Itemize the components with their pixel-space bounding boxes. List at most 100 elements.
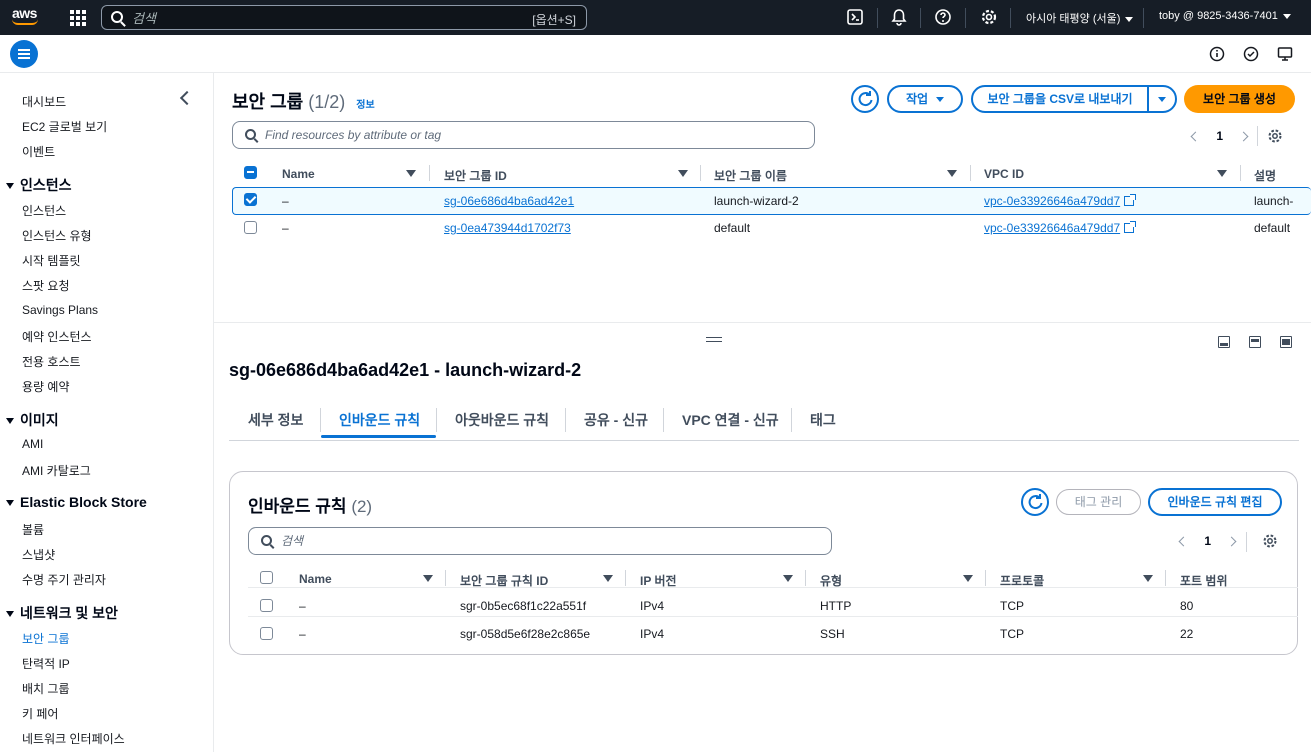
sidebar-item-savings-plans[interactable]: Savings Plans: [22, 303, 98, 317]
sg-id-link[interactable]: sg-0ea473944d1702f73: [444, 221, 571, 235]
edit-inbound-rules-button[interactable]: 인바운드 규칙 편집: [1148, 488, 1282, 516]
column-header-sg-id[interactable]: 보안 그룹 ID: [444, 167, 507, 184]
refresh-button[interactable]: [851, 85, 879, 113]
sidebar-item-capacity-reservations[interactable]: 용량 예약: [22, 378, 70, 395]
sidebar-section-images[interactable]: 이미지: [6, 410, 59, 430]
sidebar-item-network-interfaces[interactable]: 네트워크 인터페이스: [22, 730, 125, 747]
global-search[interactable]: [옵션+S]: [101, 5, 587, 30]
feedback-icon[interactable]: [1277, 46, 1293, 62]
sidebar-item-reserved-instances[interactable]: 예약 인스턴스: [22, 328, 92, 345]
panel-bottom-icon[interactable]: [1218, 336, 1230, 348]
tab-sharing[interactable]: 공유 - 신규: [584, 410, 648, 430]
panel-side-icon[interactable]: [1249, 336, 1261, 348]
sidebar-item-security-groups[interactable]: 보안 그룹: [22, 630, 70, 647]
sidebar-item-events[interactable]: 이벤트: [22, 143, 55, 160]
sort-caret-icon[interactable]: [603, 575, 613, 582]
resize-handle-icon[interactable]: [706, 337, 722, 342]
sort-caret-icon[interactable]: [678, 170, 688, 177]
aws-logo[interactable]: aws: [12, 6, 44, 28]
refresh-icon: [858, 91, 873, 107]
chevron-left-icon[interactable]: [1178, 536, 1189, 547]
sidebar-item-instance-types[interactable]: 인스턴스 유형: [22, 227, 92, 244]
resource-filter-input[interactable]: [265, 127, 765, 143]
tab-tags[interactable]: 태그: [810, 410, 836, 430]
caret-down-icon: [1158, 97, 1166, 103]
chevron-right-icon[interactable]: [1238, 131, 1249, 142]
account-menu[interactable]: toby @ 9825-3436-7401: [1159, 10, 1291, 22]
pagination: 1: [1178, 534, 1237, 548]
sort-caret-icon[interactable]: [423, 575, 433, 582]
create-security-group-button[interactable]: 보안 그룹 생성: [1184, 85, 1295, 113]
vpc-link[interactable]: vpc-0e33926646a479dd7: [984, 194, 1137, 208]
vpc-link[interactable]: vpc-0e33926646a479dd7: [984, 221, 1137, 235]
tab-outbound-rules[interactable]: 아웃바운드 규칙: [455, 410, 549, 430]
sidebar-item-key-pairs[interactable]: 키 페어: [22, 705, 58, 722]
cloudshell-icon[interactable]: [846, 8, 864, 26]
rules-search-input[interactable]: [281, 533, 781, 549]
bell-icon[interactable]: [890, 8, 908, 26]
sort-caret-icon[interactable]: [947, 170, 957, 177]
chevron-right-icon[interactable]: [1226, 536, 1237, 547]
refresh-button[interactable]: [1021, 488, 1049, 516]
sort-caret-icon[interactable]: [783, 575, 793, 582]
row-checkbox[interactable]: [244, 193, 257, 206]
sidebar-item-elastic-ip[interactable]: 탄력적 IP: [22, 655, 70, 672]
sidebar-item-volumes[interactable]: 볼륨: [22, 521, 44, 538]
info-icon[interactable]: [1209, 46, 1225, 62]
column-header-description[interactable]: 설명: [1254, 167, 1276, 184]
rules-search[interactable]: [248, 527, 832, 555]
sidebar-section-network-security[interactable]: 네트워크 및 보안: [6, 603, 118, 623]
cell-description: launch-: [1254, 194, 1294, 208]
column-header-name[interactable]: Name: [282, 167, 315, 181]
column-header-vpc-id[interactable]: VPC ID: [984, 167, 1024, 181]
services-grid-icon[interactable]: [70, 10, 86, 26]
panel-full-icon[interactable]: [1280, 336, 1292, 348]
sidebar-item-dedicated-hosts[interactable]: 전용 호스트: [22, 353, 81, 370]
tab-vpc-associations[interactable]: VPC 연결 - 신규: [682, 410, 779, 430]
select-all-checkbox[interactable]: [244, 166, 257, 179]
sort-caret-icon[interactable]: [963, 575, 973, 582]
sidebar-item-instances[interactable]: 인스턴스: [22, 202, 66, 219]
tab-inbound-rules[interactable]: 인바운드 규칙: [339, 410, 420, 430]
sidebar-item-global-view[interactable]: EC2 글로벌 보기: [22, 118, 107, 135]
select-all-checkbox[interactable]: [260, 571, 273, 584]
menu-toggle-button[interactable]: [10, 40, 38, 68]
sidebar-item-snapshots[interactable]: 스냅샷: [22, 546, 55, 563]
resource-filter[interactable]: [232, 121, 815, 149]
sidebar-item-spot-requests[interactable]: 스팟 요청: [22, 277, 70, 294]
help-icon[interactable]: [934, 8, 952, 26]
tab-details[interactable]: 세부 정보: [248, 410, 303, 430]
region-selector[interactable]: 아시아 태평양 (서울): [1026, 10, 1134, 26]
column-header-sg-name[interactable]: 보안 그룹 이름: [714, 167, 787, 184]
actions-button[interactable]: 작업: [887, 85, 963, 113]
column-header-name[interactable]: Name: [299, 572, 332, 586]
sidebar-item-ami[interactable]: AMI: [22, 437, 43, 451]
row-checkbox[interactable]: [260, 599, 273, 612]
sort-caret-icon[interactable]: [1217, 170, 1227, 177]
sidebar-item-lifecycle-manager[interactable]: 수명 주기 관리자: [22, 571, 106, 588]
top-navigation: aws [옵션+S] 아시아 태평양 (서울) toby @ 9825-3436…: [0, 0, 1311, 35]
caret-down-icon: [6, 500, 14, 507]
global-search-input[interactable]: [132, 9, 512, 27]
chevron-left-icon[interactable]: [1190, 131, 1201, 142]
export-csv-button[interactable]: 보안 그룹을 CSV로 내보내기: [971, 85, 1149, 113]
sidebar-item-ami-catalog[interactable]: AMI 카탈로그: [22, 462, 91, 479]
sidebar-item-launch-templates[interactable]: 시작 템플릿: [22, 252, 81, 269]
status-icon[interactable]: [1243, 46, 1259, 62]
sidebar-section-ebs[interactable]: Elastic Block Store: [6, 494, 147, 510]
sidebar-item-placement-groups[interactable]: 배치 그룹: [22, 680, 70, 697]
row-checkbox[interactable]: [244, 221, 257, 234]
sort-caret-icon[interactable]: [406, 170, 416, 177]
gear-icon[interactable]: [980, 8, 998, 26]
info-link[interactable]: 정보: [356, 100, 374, 111]
gear-icon[interactable]: [1262, 533, 1278, 549]
sg-id-link[interactable]: sg-06e686d4ba6ad42e1: [444, 194, 574, 208]
export-dropdown-button[interactable]: [1147, 85, 1177, 113]
sidebar-section-instances[interactable]: 인스턴스: [6, 175, 72, 195]
manage-tags-button[interactable]: 태그 관리: [1056, 489, 1141, 515]
gear-icon[interactable]: [1267, 128, 1283, 144]
sort-caret-icon[interactable]: [1143, 575, 1153, 582]
row-checkbox[interactable]: [260, 627, 273, 640]
sidebar-item-dashboard[interactable]: 대시보드: [22, 93, 66, 110]
sidebar-collapse-chevron-icon[interactable]: [179, 90, 195, 106]
